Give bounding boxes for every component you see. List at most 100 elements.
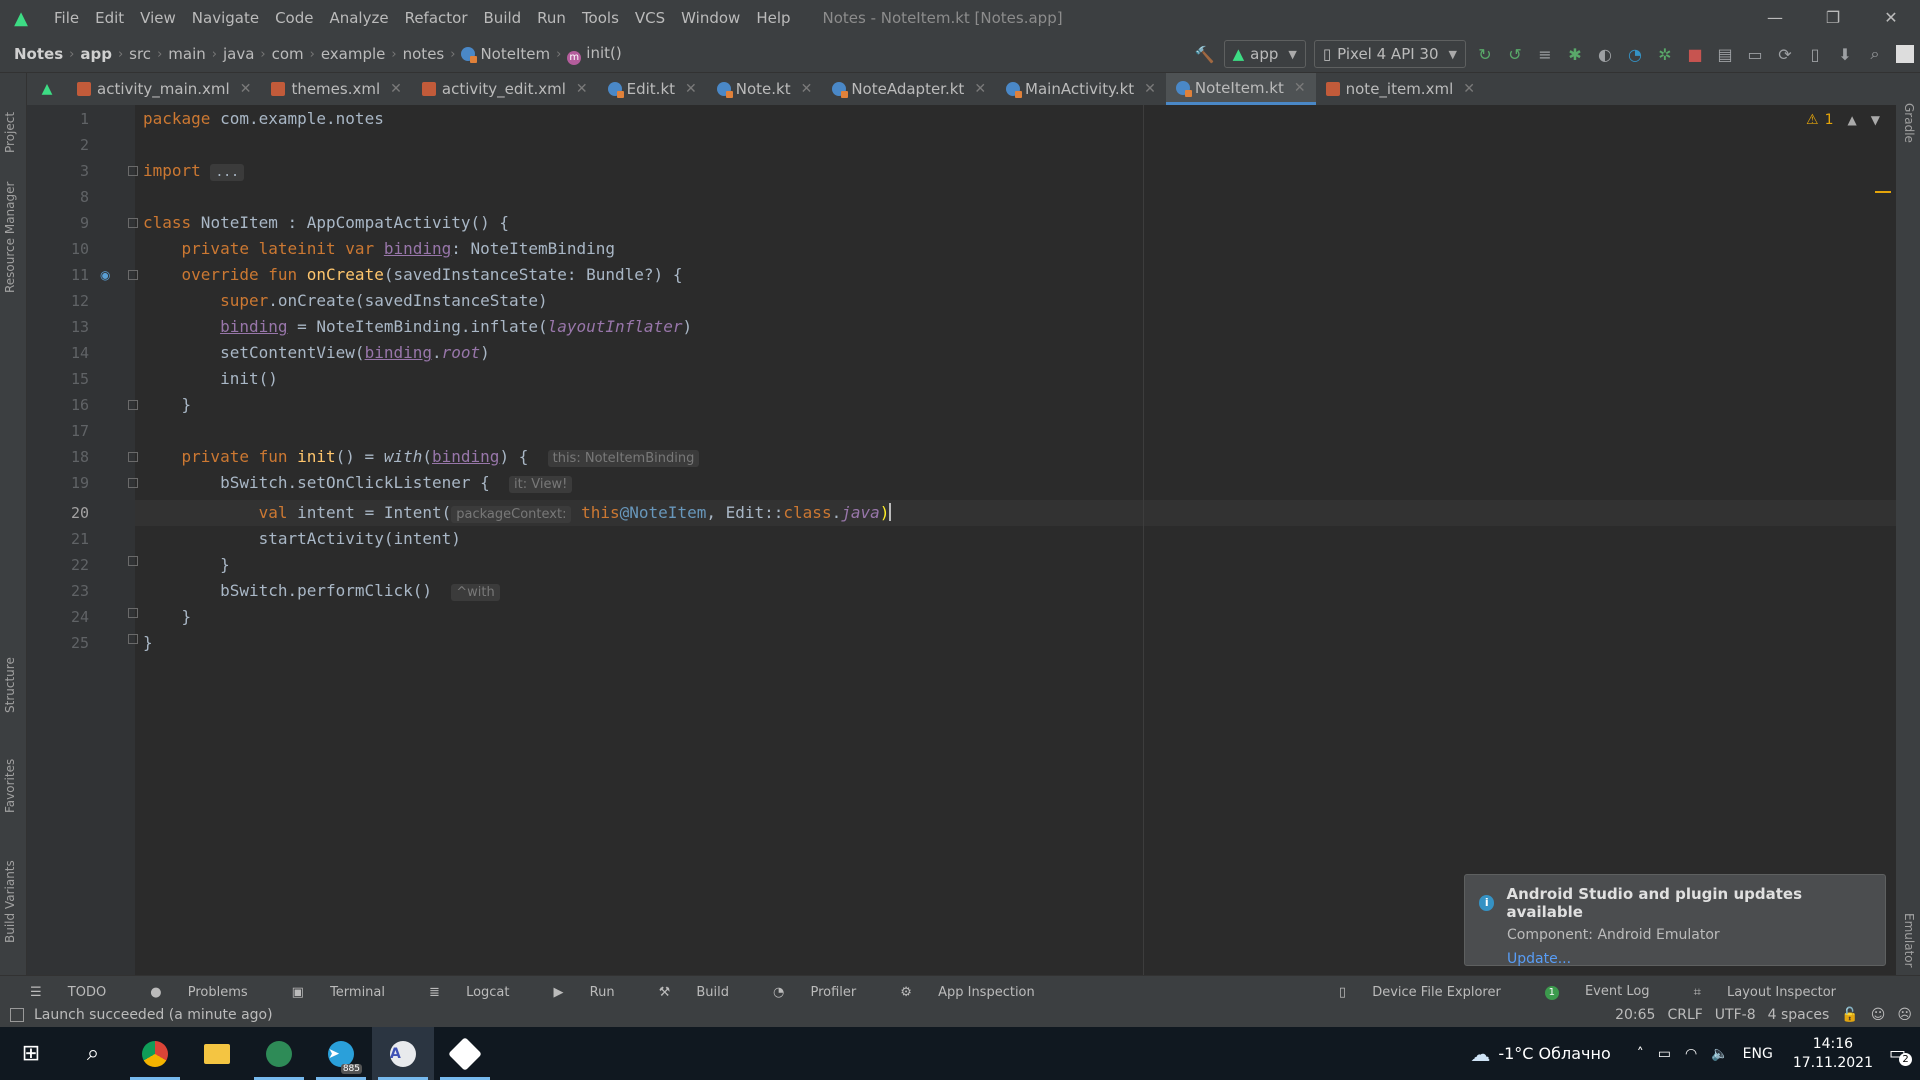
indent-setting[interactable]: 4 spaces xyxy=(1768,1007,1830,1023)
close-icon[interactable]: ✕ xyxy=(685,81,697,97)
tab-note-kt[interactable]: Note.kt ✕ xyxy=(707,73,823,105)
menu-code[interactable]: Code xyxy=(267,9,321,27)
line-separator[interactable]: CRLF xyxy=(1667,1007,1702,1023)
clock[interactable]: 14:16 17.11.2021 xyxy=(1793,1035,1873,1073)
close-icon[interactable]: ✕ xyxy=(801,81,813,97)
breadcrumb-example[interactable]: example xyxy=(315,45,392,63)
search-icon[interactable]: ⌕ xyxy=(1860,44,1890,64)
menu-vcs[interactable]: VCS xyxy=(627,9,673,27)
run-with-coverage-icon[interactable]: ◐ xyxy=(1590,45,1620,64)
tool-build[interactable]: ⚒ Build xyxy=(659,985,751,1000)
folded-imports[interactable]: ... xyxy=(210,164,244,181)
tool-event-log[interactable]: 1 Event Log xyxy=(1544,984,1672,1000)
apply-code-changes-icon[interactable]: ↺ xyxy=(1500,45,1530,64)
menu-build[interactable]: Build xyxy=(476,9,530,27)
run-config-select[interactable]: ▲ app ▼ xyxy=(1223,40,1306,68)
caret-position[interactable]: 20:65 xyxy=(1615,1007,1655,1023)
sync-gradle-icon[interactable]: ⟳ xyxy=(1770,45,1800,64)
coverage-icon[interactable]: ≡ xyxy=(1530,45,1560,64)
tab-edit-kt[interactable]: Edit.kt ✕ xyxy=(598,73,707,105)
fold-marker[interactable] xyxy=(128,166,138,176)
close-icon[interactable]: ✕ xyxy=(390,81,402,97)
fold-marker[interactable] xyxy=(128,400,138,410)
file-explorer-icon[interactable] xyxy=(186,1027,248,1080)
input-language[interactable]: ENG xyxy=(1743,1046,1773,1062)
tool-tab-structure[interactable]: Structure xyxy=(3,657,17,713)
menu-window[interactable]: Window xyxy=(673,9,748,27)
restore-icon[interactable]: ❐ xyxy=(1804,0,1862,36)
chevron-down-icon[interactable]: ▼ xyxy=(1871,113,1880,127)
weather-text[interactable]: -1°C Облачно xyxy=(1498,1044,1610,1063)
action-center-icon[interactable]: ▭ 2 xyxy=(1889,1043,1912,1066)
menu-help[interactable]: Help xyxy=(748,9,798,27)
override-marker-icon[interactable]: ◉ xyxy=(100,268,110,282)
chrome-icon[interactable] xyxy=(124,1027,186,1080)
fold-marker[interactable] xyxy=(128,478,138,488)
tool-tab-favorites[interactable]: Favorites xyxy=(3,759,17,813)
close-icon[interactable]: ✕ xyxy=(576,81,588,97)
telegram-icon[interactable]: ➤ 885 xyxy=(310,1027,372,1080)
tab-note-item-xml[interactable]: note_item.xml ✕ xyxy=(1316,73,1485,105)
breadcrumb-method[interactable]: m init() xyxy=(561,44,627,65)
device-manager-icon[interactable]: ▯ xyxy=(1800,45,1830,64)
smiley-icon[interactable]: ☺ xyxy=(1871,1007,1886,1023)
tab-mainactivity-kt[interactable]: MainActivity.kt ✕ xyxy=(996,73,1166,105)
breadcrumb-com[interactable]: com xyxy=(266,45,310,63)
stop-icon[interactable]: ■ xyxy=(1680,45,1710,64)
attach-debugger-icon[interactable]: ✲ xyxy=(1650,45,1680,64)
close-icon[interactable]: ✕ xyxy=(1144,81,1156,97)
tool-profiler[interactable]: ◔ Profiler xyxy=(773,985,878,1000)
status-toggle-icon[interactable] xyxy=(10,1008,24,1022)
wifi-icon[interactable]: ◠ xyxy=(1685,1046,1697,1062)
chevron-up-icon[interactable]: ▲ xyxy=(1848,113,1857,127)
breadcrumb-main[interactable]: main xyxy=(162,45,211,63)
close-icon[interactable]: ✕ xyxy=(1463,81,1475,97)
avatar[interactable] xyxy=(1896,45,1914,63)
project-structure-icon[interactable]: ▤ xyxy=(1710,45,1740,64)
tab-noteitem-kt[interactable]: NoteItem.kt ✕ xyxy=(1165,73,1316,105)
tool-tab-build-variants[interactable]: Build Variants xyxy=(3,860,17,943)
menu-edit[interactable]: Edit xyxy=(87,9,132,27)
device-select[interactable]: ▯ Pixel 4 API 30 ▼ xyxy=(1313,40,1466,68)
close-icon[interactable]: ✕ xyxy=(974,81,986,97)
close-icon[interactable]: ✕ xyxy=(240,81,252,97)
update-link[interactable]: Update... xyxy=(1507,951,1871,967)
fold-marker[interactable] xyxy=(128,634,138,644)
breadcrumb-notes[interactable]: notes xyxy=(397,45,451,63)
minimize-icon[interactable]: — xyxy=(1746,0,1804,36)
breadcrumb-src[interactable]: src xyxy=(123,45,157,63)
close-icon[interactable]: ✕ xyxy=(1294,80,1306,96)
breadcrumb-project[interactable]: Notes xyxy=(8,45,69,63)
windows-start-icon[interactable]: ⊞ xyxy=(0,1027,62,1080)
menu-file[interactable]: File xyxy=(46,9,87,27)
fold-marker[interactable] xyxy=(128,556,138,566)
android-studio-taskbar-icon[interactable]: A xyxy=(372,1027,434,1080)
tool-tab-resource-manager[interactable]: Resource Manager xyxy=(3,182,17,293)
menu-refactor[interactable]: Refactor xyxy=(397,9,476,27)
fold-marker[interactable] xyxy=(128,608,138,618)
tool-tab-gradle[interactable]: Gradle xyxy=(1902,103,1916,143)
debug-icon[interactable]: ✱ xyxy=(1560,45,1590,64)
tool-run[interactable]: ▶ Run xyxy=(554,985,637,1000)
warning-stripe-marker[interactable] xyxy=(1875,191,1891,193)
tab-activity-main-xml[interactable]: activity_main.xml ✕ xyxy=(67,73,261,105)
battery-icon[interactable]: ▭ xyxy=(1658,1046,1671,1062)
tab-themes-xml[interactable]: themes.xml ✕ xyxy=(261,73,411,105)
feedback-icon[interactable]: ☹ xyxy=(1897,1007,1912,1023)
tool-layout-inspector[interactable]: ⌗ Layout Inspector xyxy=(1694,985,1858,1000)
avd-manager-icon[interactable]: ▭ xyxy=(1740,45,1770,64)
breadcrumb-class[interactable]: NoteItem xyxy=(455,45,556,63)
inspection-widget[interactable]: ⚠ 1 ▲ ▼ xyxy=(1806,112,1880,128)
sdk-manager-icon[interactable]: ⬇ xyxy=(1830,45,1860,64)
menu-run[interactable]: Run xyxy=(529,9,574,27)
tool-device-file-explorer[interactable]: ▯ Device File Explorer xyxy=(1339,985,1523,1000)
tool-terminal[interactable]: ▣ Terminal xyxy=(292,985,407,1000)
app-icon[interactable] xyxy=(248,1027,310,1080)
apply-changes-restart-icon[interactable]: ↻ xyxy=(1470,45,1500,64)
menu-analyze[interactable]: Analyze xyxy=(321,9,396,27)
make-project-hammer-icon[interactable]: 🔨 xyxy=(1190,45,1220,64)
tab-noteadapter-kt[interactable]: NoteAdapter.kt ✕ xyxy=(822,73,996,105)
fold-marker[interactable] xyxy=(128,452,138,462)
menu-view[interactable]: View xyxy=(132,9,184,27)
menu-navigate[interactable]: Navigate xyxy=(184,9,267,27)
